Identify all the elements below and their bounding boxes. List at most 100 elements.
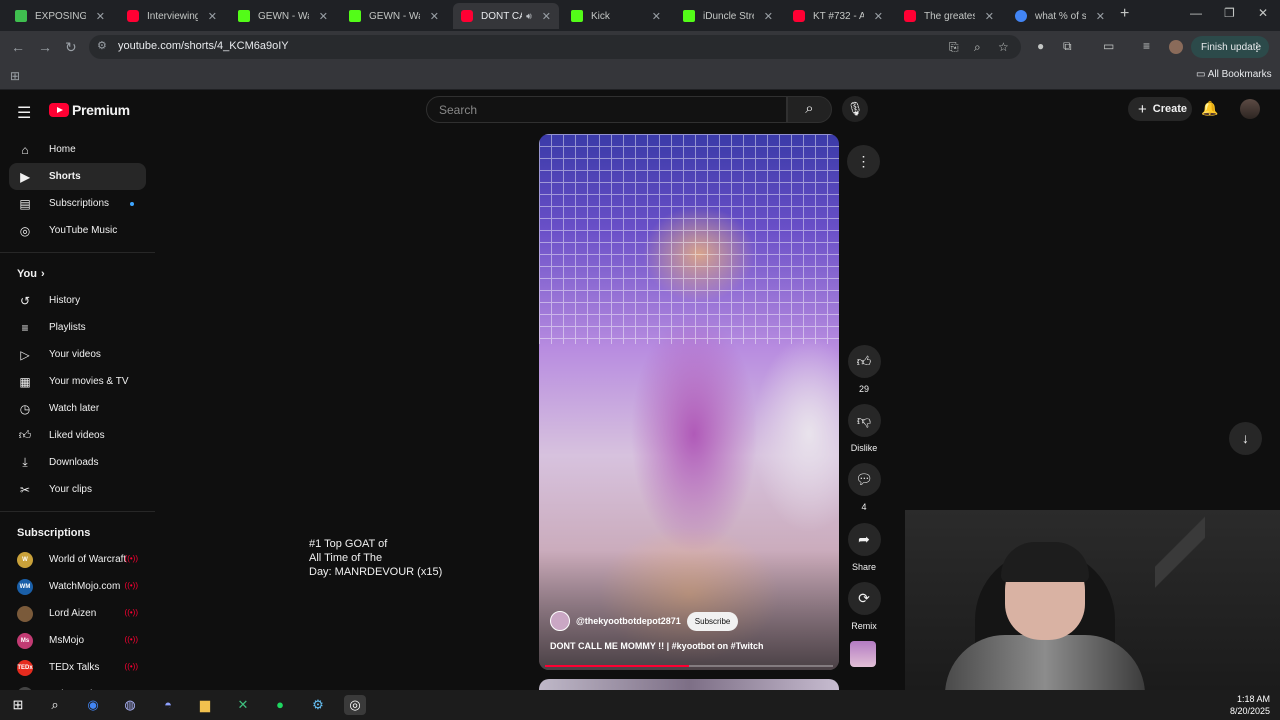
address-bar[interactable]: ⚙ youtube.com/shorts/4_KCM6a9oIY ⎘ ⌕ ☆ <box>89 35 1021 59</box>
like-count: 29 <box>858 384 869 394</box>
start-windows-icon[interactable]: ⊞ <box>7 695 29 715</box>
subscribe-button[interactable]: Subscribe <box>686 611 739 631</box>
steam-icon[interactable]: ⚙ <box>307 695 329 715</box>
sidebar-item-watch-later[interactable]: ◷ Watch later <box>9 395 146 422</box>
search-icon[interactable]: ⌕ <box>44 695 66 715</box>
comments-button[interactable]: 💬︎ 4 <box>847 463 881 512</box>
sidebar-item-subscriptions[interactable]: ▤ Subscriptions <box>9 190 146 217</box>
browser-tab[interactable]: KT #732 - ALI ✕ <box>785 3 891 29</box>
close-tab-icon[interactable]: ✕ <box>96 10 105 23</box>
menu-dots-icon[interactable]: ⋮ <box>1251 40 1263 54</box>
system-clock[interactable]: 1:18 AM 8/20/2025 <box>1230 693 1270 717</box>
notifications-bell-icon[interactable]: 🔔 <box>1201 100 1218 117</box>
dislike-button[interactable]: 👎︎ Dislike <box>847 404 881 453</box>
close-tab-icon[interactable]: ✕ <box>874 10 883 23</box>
create-button[interactable]: + Create <box>1128 97 1192 121</box>
share-button[interactable]: ➦ Share <box>847 523 881 572</box>
chrome-icon[interactable]: ◉ <box>82 695 104 715</box>
close-tab-icon[interactable]: ✕ <box>542 10 551 23</box>
stream-overlay-text: #1 Top GOAT of All Time of The Day: MANR… <box>309 537 479 579</box>
browser-tab[interactable]: Kick ✕ <box>563 3 669 29</box>
subscription-item[interactable]: Epic Music VN((•)) <box>9 681 146 690</box>
browser-tab[interactable]: The greatest t ✕ <box>896 3 1002 29</box>
install-app-icon[interactable]: ⎘ <box>949 40 959 55</box>
minimize-icon[interactable]: — <box>1190 6 1202 20</box>
sidebar-item-liked-videos[interactable]: 👍︎ Liked videos <box>9 422 146 449</box>
apps-grid-icon[interactable]: ⊞ <box>10 69 20 83</box>
youtube-logo[interactable]: Premium <box>49 102 130 118</box>
search-input[interactable] <box>427 97 786 122</box>
browser-tab[interactable]: DONT CA 🔊︎ ✕ <box>453 3 559 29</box>
remix-button[interactable]: ⟳ Remix <box>847 582 881 631</box>
new-tab-button[interactable]: + <box>1120 5 1129 23</box>
subscription-item[interactable]: W World of Warcraft ((•)) <box>9 546 146 573</box>
close-tab-icon[interactable]: ✕ <box>652 10 661 23</box>
next-short-button[interactable]: ↓ <box>1229 422 1262 455</box>
short-caption[interactable]: DONT CALL ME MOMMY !! | #kyootbot on #Tw… <box>550 641 764 651</box>
media-controls-icon[interactable]: ≡ <box>1143 39 1150 53</box>
browser-tab[interactable]: Interviewing A ✕ <box>119 3 225 29</box>
account-avatar[interactable] <box>1240 99 1260 119</box>
file-explorer-icon[interactable]: ▆ <box>194 695 216 715</box>
all-bookmarks-label: All Bookmarks <box>1207 69 1272 80</box>
audio-thumbnail[interactable] <box>850 641 876 667</box>
next-short-preview[interactable] <box>539 679 839 690</box>
sidebar-item-downloads[interactable]: ⤓ Downloads <box>9 449 146 476</box>
more-options-button[interactable]: ⋮ <box>847 145 880 178</box>
bookmark-star-icon[interactable]: ☆ <box>998 40 1009 54</box>
subscription-item[interactable]: Lord Aizen ((•)) <box>9 600 146 627</box>
extensions-puzzle-icon[interactable]: ⧉ <box>1063 39 1072 54</box>
close-tab-icon[interactable]: ✕ <box>985 10 994 23</box>
short-video-player[interactable]: @thekyootbotdepot2871 Subscribe DONT CAL… <box>539 134 839 670</box>
close-tab-icon[interactable]: ✕ <box>1096 10 1105 23</box>
browser-tab[interactable]: iDuncle Strea ✕ <box>675 3 781 29</box>
you-section-heading[interactable]: You › <box>0 261 155 287</box>
forward-icon[interactable]: → <box>38 39 52 55</box>
close-window-icon[interactable]: ✕ <box>1258 6 1268 20</box>
app-icon[interactable]: ◍ <box>119 695 141 715</box>
sidebar-item-history[interactable]: ↺ History <box>9 287 146 314</box>
close-tab-icon[interactable]: ✕ <box>208 10 217 23</box>
side-panel-icon[interactable]: ▭ <box>1103 39 1114 53</box>
voice-search-button[interactable]: 🎙 <box>842 96 868 122</box>
sidebar-item-your-movies-tv[interactable]: ▦ Your movies & TV <box>9 368 146 395</box>
extension-icon[interactable]: ● <box>1037 39 1044 53</box>
video-progress-bar[interactable] <box>545 665 833 667</box>
close-tab-icon[interactable]: ✕ <box>319 10 328 23</box>
like-button[interactable]: 👍︎ 29 <box>847 345 881 394</box>
sidebar-item-your-videos[interactable]: ▷ Your videos <box>9 341 146 368</box>
finish-update-button[interactable]: Finish update ⋮ <box>1191 36 1269 58</box>
zoom-icon[interactable]: ⌕ <box>974 40 981 55</box>
spotify-icon[interactable]: ● <box>269 695 291 715</box>
back-icon[interactable]: ← <box>11 39 25 55</box>
search-button[interactable]: ⌕ <box>787 96 832 123</box>
menu-icon[interactable]: ☰ <box>17 103 31 123</box>
speaker-icon[interactable]: 🔊︎ <box>526 11 532 22</box>
browser-tab[interactable]: EXPOSING the ✕ <box>7 3 113 29</box>
profile-avatar[interactable] <box>1169 40 1183 54</box>
restore-icon[interactable]: ❐ <box>1224 6 1235 20</box>
discord-icon[interactable]: ◓ <box>157 695 179 715</box>
channel-avatar[interactable] <box>550 611 570 631</box>
subscription-item[interactable]: TEDx TEDx Talks ((•)) <box>9 654 146 681</box>
play-icon <box>15 10 27 22</box>
close-tab-icon[interactable]: ✕ <box>764 10 773 23</box>
sidebar-item-home[interactable]: ⌂ Home <box>9 136 146 163</box>
reload-icon[interactable]: ↻ <box>65 39 77 56</box>
obs-icon[interactable]: ◎ <box>344 695 366 715</box>
sidebar-item-shorts[interactable]: ▶ Shorts <box>9 163 146 190</box>
subscription-item[interactable]: Ms MsMojo ((•)) <box>9 627 146 654</box>
site-info-icon[interactable]: ⚙ <box>97 39 107 52</box>
movies-icon: ▦ <box>19 374 31 389</box>
browser-tab[interactable]: GEWN - Watc ✕ <box>341 3 447 29</box>
browser-tab[interactable]: what % of sui ✕ <box>1007 3 1113 29</box>
channel-name[interactable]: @thekyootbotdepot2871 <box>576 616 681 626</box>
close-tab-icon[interactable]: ✕ <box>430 10 439 23</box>
all-bookmarks-link[interactable]: ▭ All Bookmarks <box>1196 69 1272 80</box>
subscription-item[interactable]: WM WatchMojo.com ((•)) <box>9 573 146 600</box>
xbox-icon[interactable]: ✕ <box>232 695 254 715</box>
sidebar-item-your-clips[interactable]: ✂ Your clips <box>9 476 146 503</box>
sidebar-item-youtube-music[interactable]: ◎ YouTube Music <box>9 217 146 244</box>
browser-tab[interactable]: GEWN - Watc ✕ <box>230 3 336 29</box>
sidebar-item-playlists[interactable]: ≡ Playlists <box>9 314 146 341</box>
